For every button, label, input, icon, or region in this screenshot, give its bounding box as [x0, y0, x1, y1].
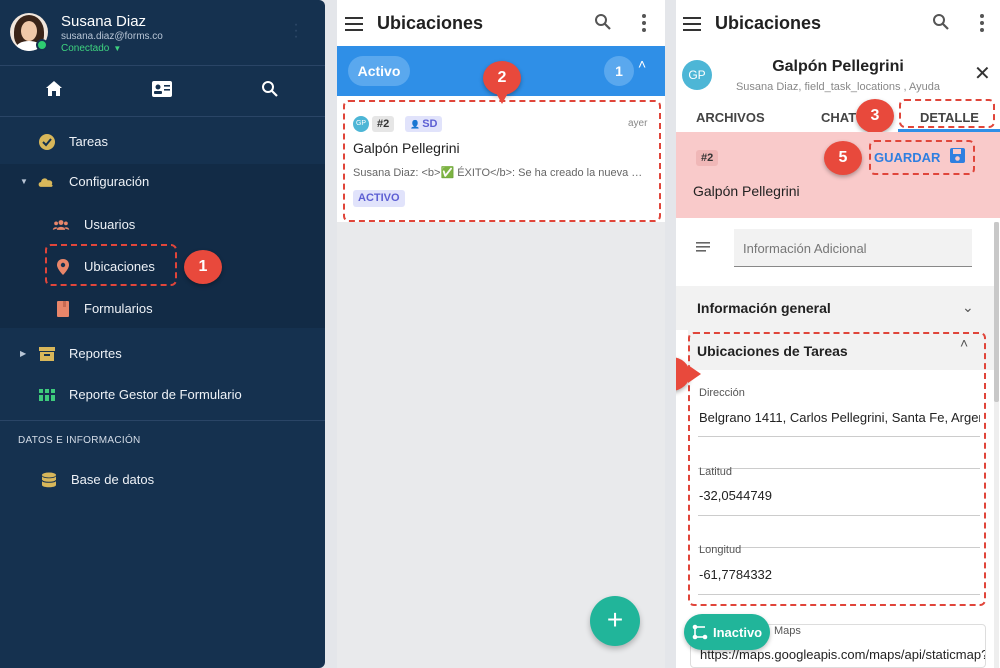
menu-icon[interactable]	[345, 17, 363, 31]
highlight-location-fields	[688, 332, 986, 606]
section-general[interactable]: Información general ⌄	[676, 286, 994, 330]
search-icon[interactable]	[932, 13, 950, 31]
chevron-up-icon[interactable]: ˄	[638, 56, 646, 72]
list-panel: Ubicaciones Activo 1 ˄ GP #2 👤 SD ayer G…	[337, 0, 665, 668]
user-email: susana.diaz@forms.co	[61, 31, 163, 42]
callout-2-pointer	[495, 91, 509, 104]
check-circle-icon	[39, 134, 55, 150]
highlight-detalle-tab	[899, 99, 995, 128]
sidebar-item-label: Configuración	[69, 174, 150, 189]
close-icon[interactable]: ✕	[974, 64, 991, 84]
divider	[0, 116, 325, 117]
tab-archivos[interactable]: ARCHIVOS	[696, 110, 765, 125]
sidebar-item-label: Base de datos	[71, 472, 155, 487]
quick-icon-row	[0, 66, 325, 116]
home-icon[interactable]	[45, 80, 63, 98]
record-number: #2	[696, 150, 719, 166]
status-toggle-label: Inactivo	[713, 625, 763, 640]
sidebar-item-base-de-datos[interactable]: Base de datos	[0, 462, 325, 498]
workflow-icon	[692, 624, 708, 640]
group-label: Activo	[348, 56, 410, 86]
archive-box-icon	[39, 347, 55, 361]
online-status-dot	[36, 39, 48, 51]
status-toggle-button[interactable]: Inactivo	[684, 614, 770, 650]
more-vert-icon[interactable]	[980, 14, 984, 35]
search-icon[interactable]	[594, 13, 612, 31]
group-count: 1	[604, 56, 634, 86]
chevron-down-icon: ⌄	[962, 299, 974, 315]
section-general-title: Información general	[697, 300, 831, 316]
callout-1: 1	[184, 250, 222, 284]
scrollbar[interactable]	[994, 222, 999, 668]
highlight-ubicaciones	[45, 244, 177, 286]
caret-right-icon: ▶	[20, 349, 27, 358]
users-icon	[52, 220, 70, 230]
sidebar-item-configuracion[interactable]: ▼ Configuración	[0, 164, 325, 200]
caret-down-icon: ▼	[20, 177, 28, 186]
tab-chat[interactable]: CHAT	[821, 110, 856, 125]
callout-5: 5	[824, 141, 862, 175]
database-icon	[41, 472, 57, 488]
sidebar-item-label: Reportes	[69, 346, 122, 361]
sidebar-item-label: Formularios	[84, 301, 153, 316]
user-status-label: Conectado	[61, 43, 110, 54]
field-label-maps: Maps	[774, 625, 801, 637]
additional-info-field[interactable]: Información Adicional	[734, 229, 972, 267]
divider	[0, 420, 325, 421]
grid-icon	[39, 389, 55, 401]
sidebar-item-label: Usuarios	[84, 217, 136, 232]
record-subtitle: Susana Diaz, field_task_locations , Ayud…	[735, 81, 941, 93]
add-button[interactable]: +	[590, 596, 640, 646]
callout-2: 2	[483, 61, 521, 95]
additional-info-placeholder: Información Adicional	[743, 241, 867, 256]
sidebar-item-usuarios[interactable]: Usuarios	[0, 207, 325, 243]
menu-icon[interactable]	[683, 17, 701, 31]
chevron-down-icon: ▼	[113, 44, 122, 53]
user-profile[interactable]: Susana Diaz susana.diaz@forms.co Conecta…	[0, 0, 325, 64]
sidebar: Susana Diaz susana.diaz@forms.co Conecta…	[0, 0, 325, 668]
sidebar-item-reporte-gestor[interactable]: Reporte Gestor de Formulario	[0, 377, 325, 413]
sidebar-item-label: Reporte Gestor de Formulario	[69, 387, 242, 402]
sidebar-item-formularios[interactable]: Formularios	[0, 291, 325, 327]
record-title: Galpón Pellegrini	[772, 58, 904, 75]
book-icon	[57, 301, 69, 317]
sidebar-item-label: Tareas	[69, 134, 109, 149]
notes-icon	[696, 242, 710, 252]
list-topbar: Ubicaciones	[337, 0, 665, 46]
more-options-icon[interactable]: · · ·	[293, 17, 299, 45]
detail-panel: Ubicaciones GP Galpón Pellegrini Susana …	[676, 0, 1000, 668]
contact-card-icon[interactable]	[151, 80, 173, 98]
sidebar-item-reportes[interactable]: ▶ Reportes	[0, 336, 325, 372]
user-status[interactable]: Conectado ▼	[61, 43, 121, 54]
page-title: Ubicaciones	[377, 13, 484, 33]
search-icon[interactable]	[261, 80, 279, 98]
cloud-icon	[38, 178, 53, 187]
page-title: Ubicaciones	[715, 13, 822, 33]
section-title: DATOS E INFORMACIÓN	[18, 435, 141, 446]
sidebar-item-tareas[interactable]: Tareas	[0, 124, 325, 160]
user-name: Susana Diaz	[61, 13, 147, 30]
callout-3: 3	[856, 99, 894, 133]
detail-topbar: Ubicaciones	[676, 0, 1000, 46]
callout-4-pointer	[688, 365, 701, 383]
highlight-card	[343, 100, 661, 222]
highlight-save	[869, 140, 975, 175]
record-name: Galpón Pellegrini	[693, 183, 800, 199]
more-vert-icon[interactable]	[642, 14, 646, 35]
